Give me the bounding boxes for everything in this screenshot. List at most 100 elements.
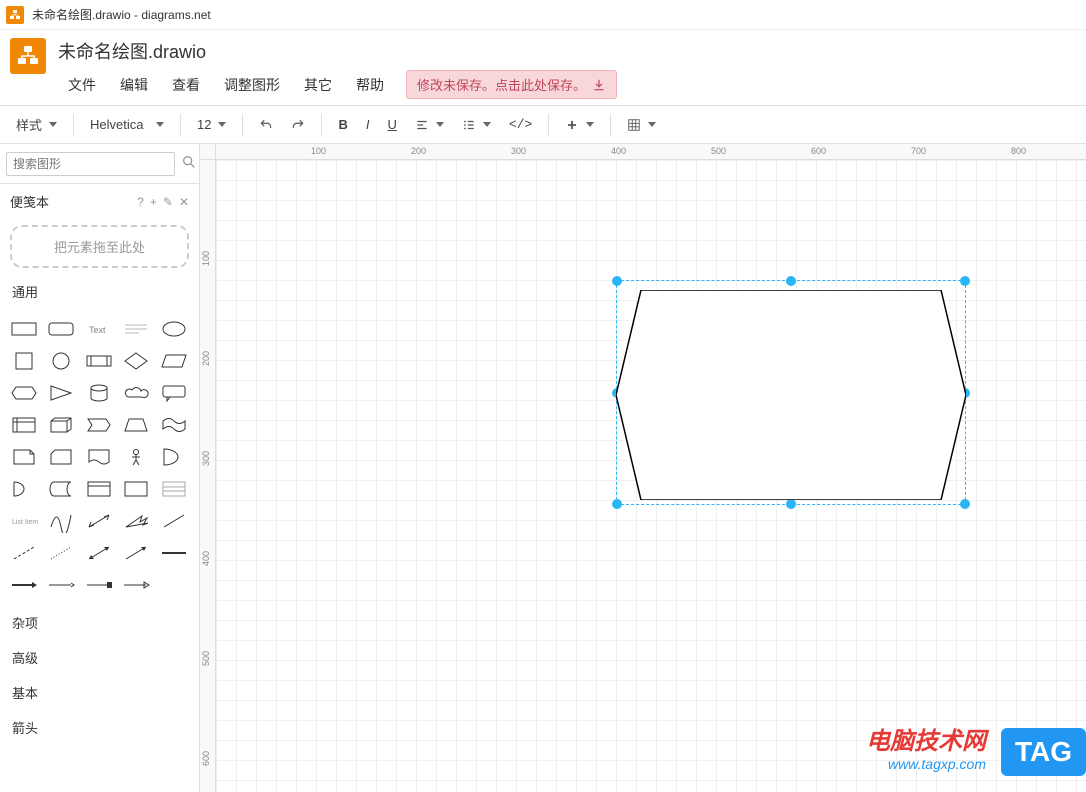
category-misc[interactable]: 杂项 (0, 605, 199, 640)
app-logo-icon (10, 38, 46, 74)
redo-button[interactable] (283, 114, 313, 136)
search-icon (181, 154, 197, 170)
shape-cylinder[interactable] (83, 379, 115, 407)
shape-rounded-rect[interactable] (45, 315, 77, 343)
resize-handle-s[interactable] (786, 499, 796, 509)
shape-square[interactable] (8, 347, 40, 375)
ruler-horizontal[interactable]: 100 200 300 400 500 600 700 800 (216, 144, 1086, 160)
shape-hexagon[interactable] (8, 379, 40, 407)
resize-handle-se[interactable] (960, 499, 970, 509)
shape-dotted-line[interactable] (45, 539, 77, 567)
shape-circle[interactable] (45, 347, 77, 375)
help-icon[interactable]: ? (137, 195, 144, 209)
shape-document[interactable] (83, 443, 115, 471)
edit-icon[interactable]: ✎ (163, 195, 173, 209)
undo-button[interactable] (251, 114, 281, 136)
shape-container2[interactable] (120, 475, 152, 503)
sidebar: 便笺本 ? + ✎ ✕ 把元素拖至此处 通用 Text (0, 144, 200, 792)
scratchpad-header[interactable]: 便笺本 ? + ✎ ✕ (0, 184, 199, 219)
resize-handle-nw[interactable] (612, 276, 622, 286)
shape-textbox[interactable] (120, 315, 152, 343)
shape-card[interactable] (45, 443, 77, 471)
insert-dropdown[interactable] (557, 114, 602, 136)
category-general[interactable]: 通用 (0, 274, 199, 309)
plus-icon[interactable]: + (150, 195, 157, 209)
category-arrows[interactable]: 箭头 (0, 710, 199, 745)
list-dropdown[interactable] (454, 114, 499, 136)
close-icon[interactable]: ✕ (179, 195, 189, 209)
shape-container[interactable] (83, 475, 115, 503)
menu-arrange[interactable]: 调整图形 (214, 71, 290, 99)
shape-parallelogram[interactable] (158, 347, 190, 375)
font-size-dropdown[interactable]: 12 (189, 113, 234, 136)
shape-link-open[interactable] (120, 571, 152, 599)
menu-view[interactable]: 查看 (162, 71, 210, 99)
toolbar: 样式 Helvetica 12 B I U </> (0, 106, 1086, 144)
shape-process[interactable] (83, 347, 115, 375)
align-dropdown[interactable] (407, 114, 452, 136)
shape-step[interactable] (83, 411, 115, 439)
shape-rectangle[interactable] (8, 315, 40, 343)
chevron-down-icon (648, 122, 656, 127)
resize-handle-ne[interactable] (960, 276, 970, 286)
shape-link-line[interactable] (158, 539, 190, 567)
menu-help[interactable]: 帮助 (346, 71, 394, 99)
shape-link-arrow[interactable] (8, 571, 40, 599)
category-basic[interactable]: 基本 (0, 675, 199, 710)
shape-arrow-thick[interactable] (120, 507, 152, 535)
menubar: 文件 编辑 查看 调整图形 其它 帮助 修改未保存。点击此处保存。 (58, 70, 1076, 105)
shape-trapezoid[interactable] (120, 411, 152, 439)
resize-handle-sw[interactable] (612, 499, 622, 509)
resize-handle-n[interactable] (786, 276, 796, 286)
shape-ellipse[interactable] (158, 315, 190, 343)
shape-or[interactable] (158, 443, 190, 471)
shape-text[interactable]: Text (83, 315, 115, 343)
shape-directional-arrow[interactable] (120, 539, 152, 567)
search-button[interactable] (175, 150, 200, 177)
save-notice-button[interactable]: 修改未保存。点击此处保存。 (406, 70, 617, 99)
menu-edit[interactable]: 编辑 (110, 71, 158, 99)
shape-and[interactable] (8, 475, 40, 503)
shape-tape[interactable] (158, 411, 190, 439)
window-title: 未命名绘图.drawio - diagrams.net (32, 6, 211, 23)
style-dropdown[interactable]: 样式 (8, 111, 65, 138)
shape-cloud[interactable] (120, 379, 152, 407)
shape-callout[interactable] (158, 379, 190, 407)
shape-curve[interactable] (45, 507, 77, 535)
shape-dashed-line[interactable] (8, 539, 40, 567)
chevron-down-icon (483, 122, 491, 127)
document-title[interactable]: 未命名绘图.drawio (58, 38, 1076, 64)
menu-extras[interactable]: 其它 (294, 71, 342, 99)
shape-diamond[interactable] (120, 347, 152, 375)
main-area: 便笺本 ? + ✎ ✕ 把元素拖至此处 通用 Text (0, 144, 1086, 792)
font-family-dropdown[interactable]: Helvetica (82, 113, 172, 136)
search-input[interactable] (6, 152, 175, 176)
chevron-down-icon (156, 122, 164, 127)
shape-list-item[interactable]: List Item (8, 507, 40, 535)
shape-list[interactable] (158, 475, 190, 503)
shape-internal-storage[interactable] (8, 411, 40, 439)
drawing-canvas[interactable]: 电脑技术网 www.tagxp.com TAG (216, 160, 1086, 792)
table-dropdown[interactable] (619, 114, 664, 136)
hexagon-shape[interactable] (616, 290, 966, 500)
shape-note[interactable] (8, 443, 40, 471)
bold-button[interactable]: B (330, 113, 355, 136)
shape-line[interactable] (158, 507, 190, 535)
menu-file[interactable]: 文件 (58, 71, 106, 99)
shapes-palette: Text (0, 309, 199, 605)
shape-link-solid[interactable] (83, 571, 115, 599)
shape-actor[interactable] (120, 443, 152, 471)
italic-button[interactable]: I (358, 113, 378, 136)
shape-bidir-arrow2[interactable] (83, 539, 115, 567)
underline-button[interactable]: U (380, 113, 405, 136)
shape-cube[interactable] (45, 411, 77, 439)
shape-triangle[interactable] (45, 379, 77, 407)
scratchpad-dropzone[interactable]: 把元素拖至此处 (10, 225, 189, 268)
shape-link-thin[interactable] (45, 571, 77, 599)
ruler-vertical[interactable]: 100 200 300 400 500 600 (200, 160, 216, 792)
canvas-area: 100 200 300 400 500 600 700 800 100 200 … (200, 144, 1086, 792)
code-button[interactable]: </> (501, 113, 540, 136)
shape-bidirectional-arrow[interactable] (83, 507, 115, 535)
shape-data-storage[interactable] (45, 475, 77, 503)
category-advanced[interactable]: 高级 (0, 640, 199, 675)
